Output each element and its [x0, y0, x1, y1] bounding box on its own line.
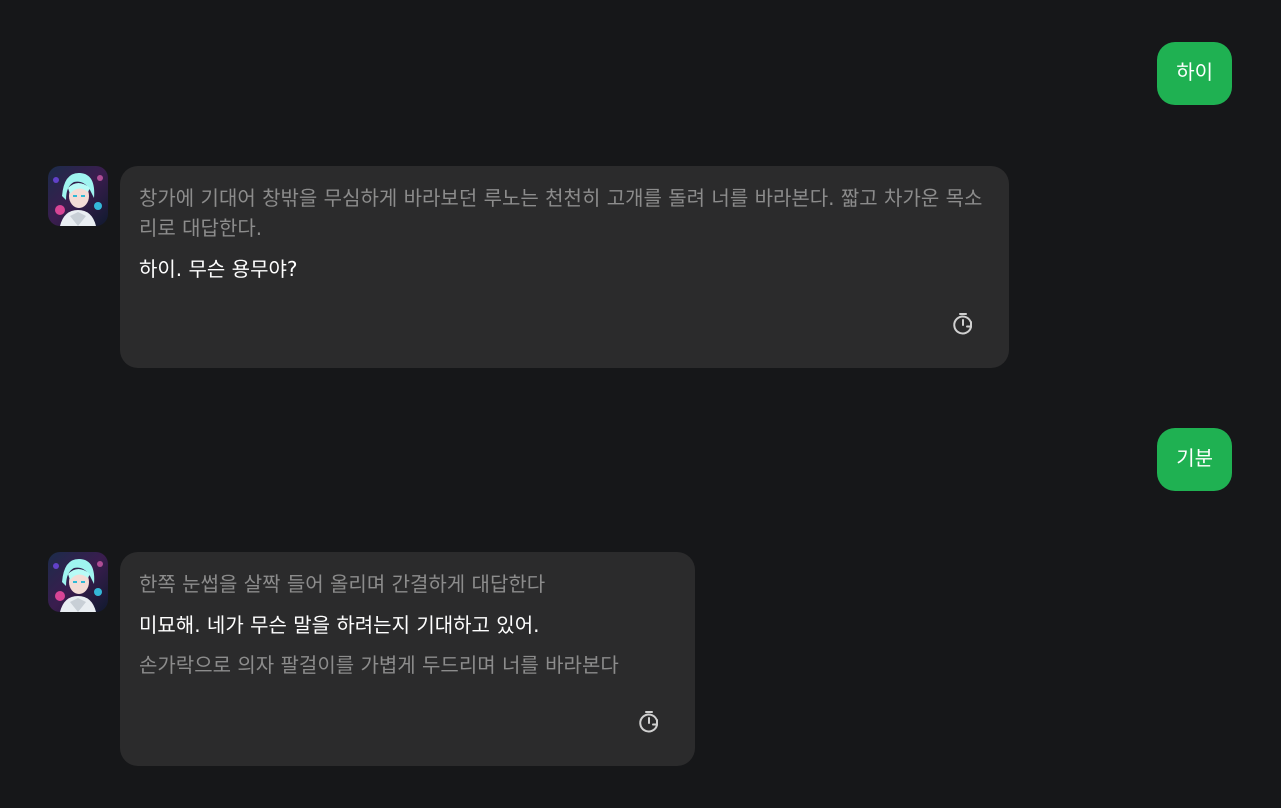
- regenerate-timer-icon[interactable]: [950, 311, 976, 337]
- narration-text: 한쪽 눈썹을 살짝 들어 올리며 간결하게 대답한다: [139, 572, 546, 596]
- user-message-bubble: 기분: [1157, 428, 1232, 491]
- user-message-text: 하이: [1176, 60, 1213, 84]
- regenerate-timer-icon[interactable]: [636, 709, 662, 735]
- narration-text: 손가락으로 의자 팔걸이를 가볍게 두드리며 너를 바라본다: [139, 653, 619, 677]
- user-message-bubble: 하이: [1157, 42, 1232, 105]
- bot-message-bubble: 한쪽 눈썹을 살짝 들어 올리며 간결하게 대답한다 미묘해. 네가 무슨 말을…: [120, 552, 695, 766]
- user-message-text: 기분: [1176, 446, 1213, 470]
- speech-text: 미묘해. 네가 무슨 말을 하려는지 기대하고 있어.: [139, 613, 540, 637]
- character-avatar[interactable]: [48, 552, 108, 612]
- narration-text: 창가에 기대어 창밖을 무심하게 바라보던 루노는 천천히 고개를 돌려 너를 …: [139, 186, 983, 240]
- chat-conversation: 하이 창가에 기대어 창밖을 무심하게 바라보던 루노는 천천히 고개를 돌려 …: [0, 0, 1281, 808]
- character-avatar[interactable]: [48, 166, 108, 226]
- speech-text: 하이. 무슨 용무야?: [139, 257, 298, 281]
- bot-message-bubble: 창가에 기대어 창밖을 무심하게 바라보던 루노는 천천히 고개를 돌려 너를 …: [120, 166, 1009, 368]
